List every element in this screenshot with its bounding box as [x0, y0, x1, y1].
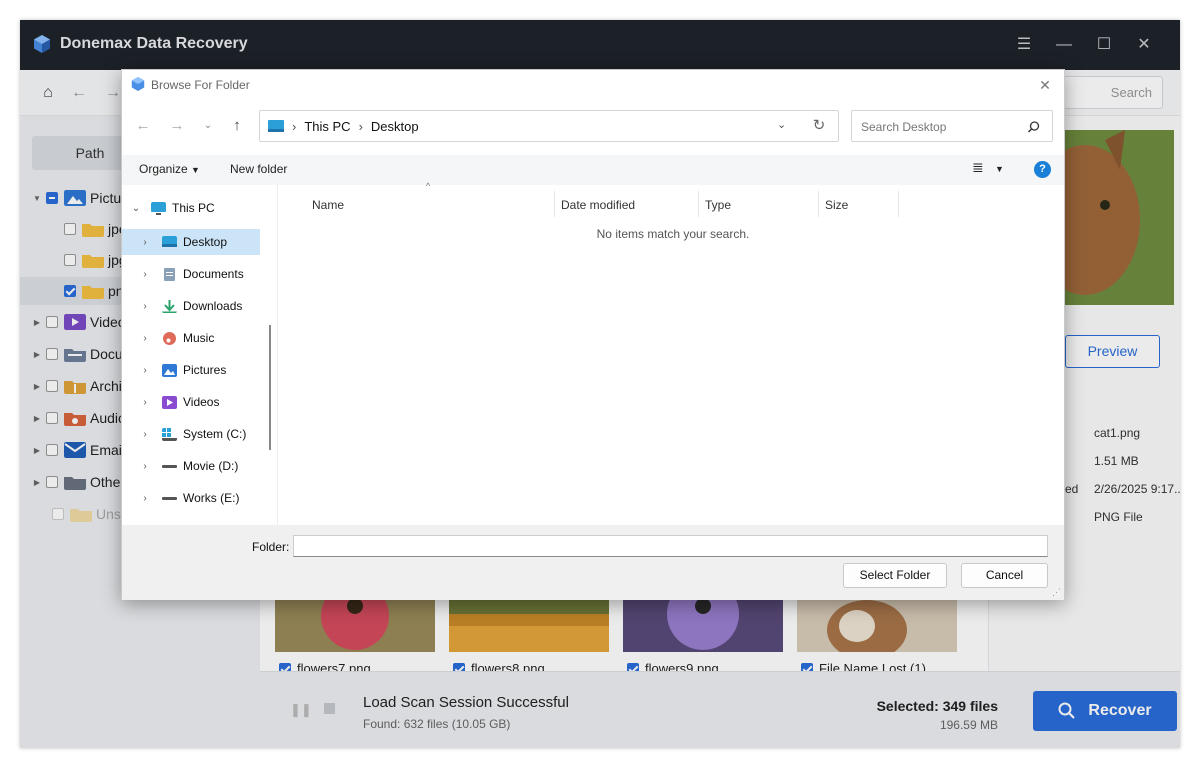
nav-item-desktop[interactable]: › Desktop	[122, 229, 260, 255]
desktop-icon	[162, 235, 177, 247]
chevron-right-icon[interactable]: ›	[138, 333, 152, 344]
system-drive-icon	[162, 427, 177, 441]
videos-icon	[162, 395, 177, 409]
pictures-icon	[162, 363, 177, 377]
downloads-icon	[162, 299, 177, 313]
view-chevron-icon[interactable]: ▼	[995, 164, 1004, 174]
documents-icon	[164, 267, 175, 281]
cancel-button[interactable]: Cancel	[961, 563, 1048, 588]
nav-item-label: Downloads	[183, 299, 243, 313]
music-icon	[163, 331, 176, 345]
breadcrumb-desktop[interactable]: Desktop	[371, 119, 419, 134]
dialog-title: Browse For Folder	[151, 78, 250, 92]
nav-item-label: Videos	[183, 395, 220, 409]
select-folder-button[interactable]: Select Folder	[843, 563, 947, 588]
nav-item-label: System (C:)	[183, 427, 247, 441]
drive-icon	[162, 464, 177, 468]
command-bar: Organize ▼ New folder ≣ ▼ ?	[122, 155, 1064, 185]
dialog-logo-icon	[131, 77, 145, 91]
nav-item-this-pc[interactable]: ⌄ This PC	[122, 195, 260, 221]
chevron-right-icon[interactable]: ›	[138, 493, 152, 504]
this-pc-icon	[151, 201, 166, 215]
chevron-right-icon[interactable]: ›	[138, 429, 152, 440]
column-name[interactable]: Name	[306, 191, 555, 217]
search-placeholder: Search Desktop	[861, 120, 947, 134]
column-type[interactable]: Type	[699, 191, 819, 217]
nav-item-works-e[interactable]: › Works (E:)	[122, 485, 260, 511]
up-icon[interactable]: ↑	[226, 115, 248, 137]
nav-scrollbar[interactable]	[269, 325, 271, 450]
desktop-icon	[268, 120, 284, 132]
search-icon	[1028, 121, 1040, 133]
nav-item-label: Desktop	[183, 235, 228, 249]
folder-label: Folder:	[252, 540, 290, 554]
folder-input[interactable]	[293, 535, 1048, 557]
navigation-pane: ⌄ This PC › Desktop › Documents › Downlo…	[122, 185, 262, 525]
new-folder-button[interactable]: New folder	[230, 162, 287, 176]
nav-item-label: Works (E:)	[183, 491, 240, 505]
nav-item-pictures[interactable]: › Pictures	[122, 357, 260, 383]
file-list-pane: ^ Name Date modified Type Size No items …	[277, 181, 1064, 525]
view-options-icon[interactable]: ≣	[972, 159, 984, 176]
chevron-right-icon[interactable]: ›	[138, 269, 152, 280]
chevron-right-icon[interactable]: ›	[138, 365, 152, 376]
nav-item-label: Movie (D:)	[183, 459, 239, 473]
chevron-right-icon[interactable]: ›	[138, 461, 152, 472]
search-desktop-input[interactable]: Search Desktop	[851, 110, 1053, 142]
nav-item-downloads[interactable]: › Downloads	[122, 293, 260, 319]
browse-folder-dialog: Browse For Folder ✕ ← → ⌄ ↑ › This PC › …	[121, 69, 1065, 600]
nav-item-label: Documents	[183, 267, 244, 281]
chevron-down-icon: ▼	[191, 165, 200, 175]
organize-button[interactable]: Organize ▼	[139, 162, 200, 176]
chevron-right-icon[interactable]: ›	[138, 397, 152, 408]
drive-icon	[162, 496, 177, 500]
nav-item-videos[interactable]: › Videos	[122, 389, 260, 415]
nav-item-system-c[interactable]: › System (C:)	[122, 421, 260, 447]
chevron-right-icon[interactable]: ›	[138, 237, 152, 248]
resize-grip-icon[interactable]: ⋰	[1052, 587, 1061, 598]
chevron-down-icon[interactable]: ⌄	[129, 203, 143, 214]
column-date-modified[interactable]: Date modified	[555, 191, 699, 217]
forward-icon[interactable]: →	[166, 115, 188, 137]
dialog-footer: Folder: Select Folder Cancel ⋰	[122, 525, 1064, 600]
nav-item-label: This PC	[172, 201, 215, 215]
nav-item-documents[interactable]: › Documents	[122, 261, 260, 287]
sort-up-icon: ^	[426, 181, 431, 191]
nav-item-movie-d[interactable]: › Movie (D:)	[122, 453, 260, 479]
help-icon[interactable]: ?	[1034, 161, 1051, 178]
address-dropdown-icon[interactable]: ⌄	[777, 118, 786, 131]
column-size[interactable]: Size	[819, 191, 899, 217]
nav-item-label: Music	[183, 331, 215, 345]
nav-item-music[interactable]: › Music	[122, 325, 260, 351]
empty-message: No items match your search.	[596, 227, 750, 241]
breadcrumb-this-pc[interactable]: This PC	[304, 119, 350, 134]
back-icon[interactable]: ←	[132, 115, 154, 137]
chevron-right-icon[interactable]: ›	[138, 301, 152, 312]
address-bar[interactable]: › This PC › Desktop ⌄	[259, 110, 839, 142]
organize-label: Organize	[139, 162, 188, 176]
dialog-close-icon[interactable]: ✕	[1034, 74, 1056, 96]
nav-item-label: Pictures	[183, 363, 227, 377]
refresh-icon[interactable]: ↻	[808, 115, 830, 137]
recent-locations-chevron-icon[interactable]: ⌄	[197, 115, 219, 137]
